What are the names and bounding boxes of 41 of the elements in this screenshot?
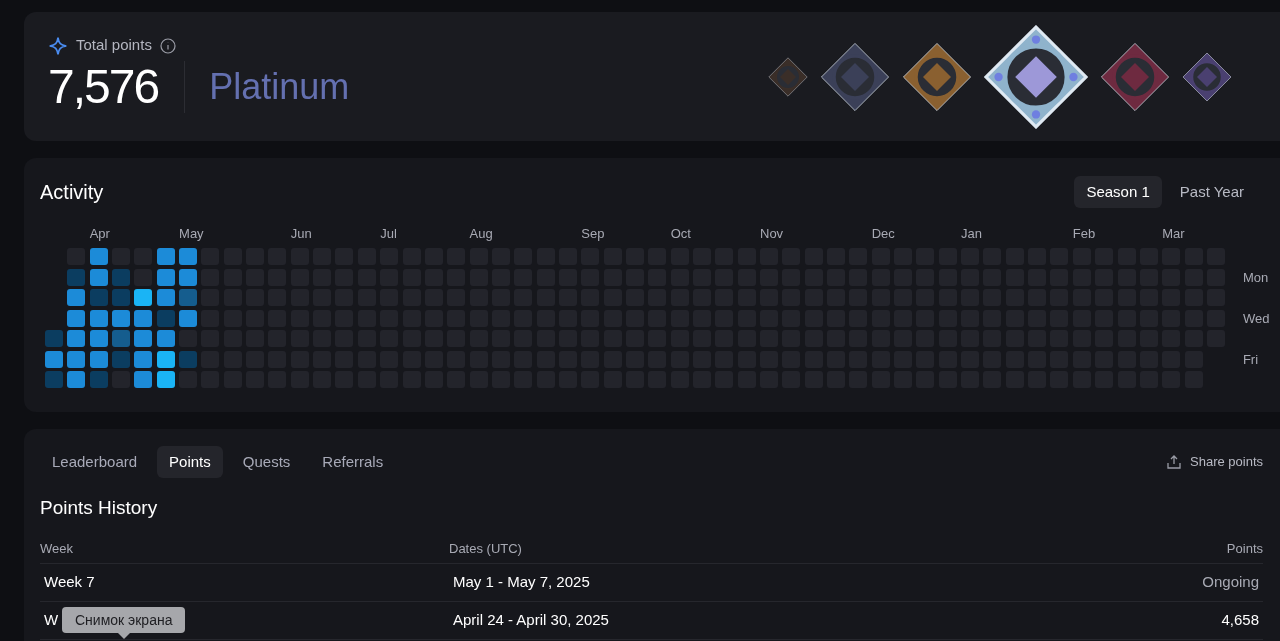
tier-name: Platinum xyxy=(208,68,350,105)
points-history-title: Points History xyxy=(40,496,159,520)
sparkle-icon xyxy=(48,35,68,56)
month-label: Mar xyxy=(1162,225,1185,243)
month-label: Oct xyxy=(670,225,691,243)
table-cell-text: April 24 - April 30, 2025 xyxy=(453,610,609,631)
column-header: Dates (UTC) xyxy=(449,539,523,558)
weekday-label: Fri xyxy=(1242,351,1260,368)
column-header: Points xyxy=(1226,539,1263,558)
section-tab[interactable]: Points xyxy=(157,446,223,478)
column-header: Week xyxy=(40,539,74,558)
month-label: Sep xyxy=(581,225,605,243)
range-tab[interactable]: Season 1 xyxy=(1074,176,1162,208)
month-label: Jun xyxy=(290,225,312,243)
table-cell-text: Ongoing xyxy=(1202,572,1259,593)
activity-title: Activity xyxy=(40,180,104,205)
month-label: Jan xyxy=(961,225,983,243)
section-tab[interactable]: Leaderboard xyxy=(40,446,150,478)
share-points-button[interactable]: Share points xyxy=(1166,452,1263,472)
month-label: Dec xyxy=(871,225,895,243)
tooltip: Снимок экрана xyxy=(62,607,186,633)
table-cell-text: Week 7 xyxy=(44,572,95,593)
month-label: Jul xyxy=(380,225,397,243)
month-label: Nov xyxy=(760,225,784,243)
month-label: Apr xyxy=(89,225,110,243)
section-tab[interactable]: Referrals xyxy=(310,446,396,478)
month-label: May xyxy=(179,225,204,243)
tooltip-pointer xyxy=(117,633,130,639)
weekday-label: Mon xyxy=(1242,269,1270,286)
month-label: Feb xyxy=(1072,225,1096,243)
month-label: Aug xyxy=(469,225,493,243)
total-points-value: 7,576 xyxy=(48,60,186,113)
table-cell-text: 4,658 xyxy=(1221,610,1259,631)
weekday-label: Wed xyxy=(1242,310,1270,327)
table-cell-text: W xyxy=(44,610,59,631)
share-icon xyxy=(1166,454,1182,470)
section-tab[interactable]: Quests xyxy=(230,446,303,478)
table-cell-text: May 1 - May 7, 2025 xyxy=(453,572,590,593)
info-icon[interactable] xyxy=(159,37,176,54)
total-points-label: Total points xyxy=(76,35,152,56)
range-tab[interactable]: Past Year xyxy=(1167,176,1256,208)
